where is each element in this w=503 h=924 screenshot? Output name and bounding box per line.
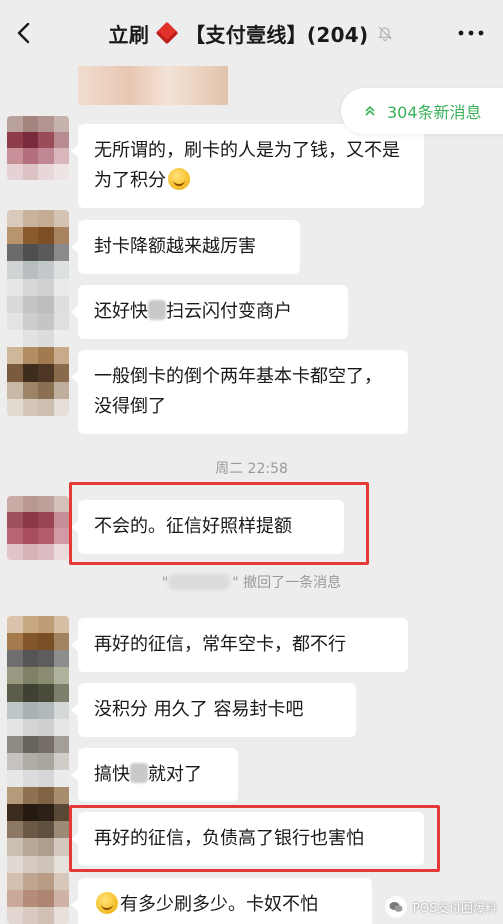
message-bubble[interactable]: 搞快 就对了 — [71, 748, 238, 802]
message-text-end: 扫云闪付变商户 — [166, 301, 292, 322]
avatar[interactable] — [7, 616, 69, 924]
wechat-logo-icon — [384, 896, 407, 918]
message-bubble[interactable]: 无所谓的，刷卡的人是为了钱，又不是为了积分 — [71, 124, 424, 208]
avatar[interactable] — [7, 210, 69, 416]
message-bubble[interactable]: 再好的征信，负债高了银行也害怕 — [71, 812, 424, 866]
chat-title: 立刷 【支付壹线】(204) — [109, 19, 395, 48]
recall-text: " 撤回了一条消息 — [232, 575, 342, 591]
mute-bell-icon — [378, 26, 393, 42]
message-text: 一般倒卡的倒个两年基本卡都空了，没得倒了 — [94, 366, 382, 417]
chat-title-prefix: 立刷 — [108, 22, 150, 47]
message-bubble[interactable]: 再好的征信，常年空卡，都不行 — [71, 618, 408, 672]
avatar[interactable] — [7, 116, 69, 180]
message-text: 再好的征信，常年空卡，都不行 — [94, 634, 346, 655]
blurred-name — [168, 574, 231, 590]
watermark: POS支付圈爆料 — [384, 896, 497, 918]
chat-title-main: 【支付壹线】(204) — [185, 22, 369, 47]
message-bubble[interactable]: 还好快 扫云闪付变商户 — [71, 285, 348, 339]
double-chevron-up-icon — [365, 105, 375, 116]
thinking-emoji-icon — [96, 892, 118, 914]
blurred-text — [130, 763, 148, 783]
more-options-icon[interactable] — [457, 27, 485, 39]
message-bubble[interactable]: 不会的。征信好照样提额 — [71, 500, 344, 554]
message-text-end: 就对了 — [148, 764, 202, 785]
message-text-start: 搞快 — [94, 764, 130, 785]
recall-notice: " " 撤回了一条消息 — [0, 572, 503, 592]
message-bubble[interactable]: 有多少刷多少。卡奴不怕 — [71, 878, 372, 924]
message-bubble[interactable]: 没积分 用久了 容易封卡吧 — [71, 683, 356, 737]
timestamp-divider: 周二 22:58 — [215, 461, 288, 477]
chat-header: 立刷 【支付壹线】(204) — [0, 0, 503, 66]
message-text: 再好的征信，负债高了银行也害怕 — [94, 828, 364, 849]
message-text-start: 还好快 — [94, 301, 148, 322]
image-message-partial[interactable] — [78, 66, 228, 105]
back-arrow-icon[interactable] — [8, 17, 40, 49]
message-text: 封卡降额越来越厉害 — [94, 236, 256, 257]
new-messages-count: 304条新消息 — [387, 103, 482, 122]
message-text: 有多少刷多少。卡奴不怕 — [120, 894, 318, 915]
blurred-text — [148, 300, 166, 320]
avatar[interactable] — [7, 496, 69, 560]
thinking-emoji-icon — [168, 168, 190, 190]
message-text: 无所谓的，刷卡的人是为了钱，又不是为了积分 — [94, 140, 400, 191]
message-bubble[interactable]: 一般倒卡的倒个两年基本卡都空了，没得倒了 — [71, 350, 408, 434]
new-messages-banner[interactable]: 304条新消息 — [341, 88, 503, 134]
message-text: 不会的。征信好照样提额 — [94, 516, 292, 537]
watermark-text: POS支付圈爆料 — [412, 900, 497, 915]
chat-area[interactable]: 304条新消息 无所谓的，刷卡的人是为了钱，又不是为了积分 封卡降额越来越厉害 … — [0, 66, 503, 924]
message-text: 没积分 用久了 容易封卡吧 — [94, 699, 304, 720]
message-bubble[interactable]: 封卡降额越来越厉害 — [71, 220, 300, 274]
diamond-icon — [155, 21, 179, 45]
